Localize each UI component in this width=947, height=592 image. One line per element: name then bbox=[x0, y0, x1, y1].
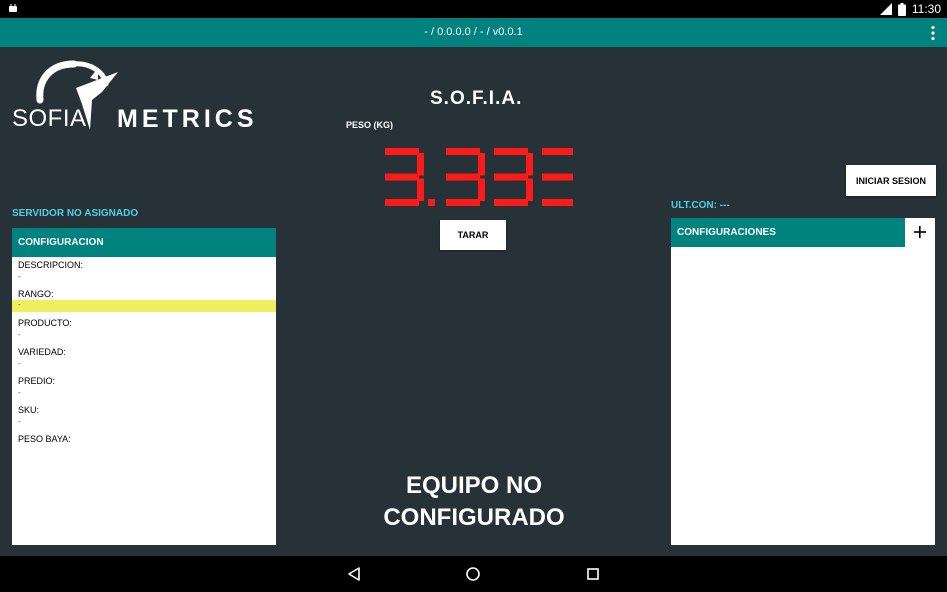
overflow-menu-icon[interactable] bbox=[929, 25, 937, 41]
segment-c bbox=[478, 178, 485, 201]
weight-digit-1 bbox=[446, 148, 485, 206]
segment-b bbox=[478, 153, 485, 176]
sofia-metrics-logo: SOFIA METRICS bbox=[10, 55, 285, 140]
config-item-producto: PRODUCTO: - bbox=[12, 315, 276, 344]
config-item-label: SKU: bbox=[18, 405, 40, 415]
config-item-predio: PREDIO: - bbox=[12, 373, 276, 402]
segment-d bbox=[446, 199, 480, 206]
config-item-value: - bbox=[12, 300, 276, 312]
logo-text-metrics: METRICS bbox=[117, 105, 258, 133]
config-item-descripcion: DESCRIPCION: - bbox=[12, 257, 276, 286]
config-item-label: PREDIO: bbox=[18, 376, 56, 386]
segment-c bbox=[526, 178, 533, 201]
weight-digit-3 bbox=[542, 148, 573, 206]
configurations-panel-header: CONFIGURACIONES bbox=[671, 218, 905, 247]
segment-c bbox=[417, 178, 424, 201]
segment-g bbox=[446, 173, 480, 181]
server-status: SERVIDOR NO ASIGNADO bbox=[12, 208, 139, 219]
segment-d bbox=[542, 199, 573, 206]
config-item-value: - bbox=[18, 330, 21, 339]
add-configuration-button[interactable] bbox=[905, 218, 935, 247]
segment-a bbox=[385, 148, 419, 155]
config-panel-header: CONFIGURACION bbox=[12, 228, 276, 257]
segment-g bbox=[385, 173, 419, 181]
segment-b bbox=[417, 153, 424, 176]
plus-icon bbox=[914, 226, 926, 238]
app-title: S.O.F.I.A. bbox=[430, 88, 523, 109]
login-button[interactable]: INICIAR SESION bbox=[846, 165, 936, 196]
config-item-value: - bbox=[18, 388, 21, 397]
last-connection: ULT.CON: --- bbox=[671, 200, 730, 211]
action-bar: - / 0.0.0.0 / - / v0.0.1 bbox=[0, 18, 947, 47]
segment-g bbox=[542, 173, 573, 181]
configurations-panel: CONFIGURACIONES bbox=[671, 218, 935, 545]
config-item-value: - bbox=[18, 272, 21, 281]
config-panel: CONFIGURACION DESCRIPCION: - RANGO: - PR… bbox=[12, 228, 276, 545]
weight-digit-2 bbox=[494, 148, 533, 206]
recents-icon[interactable] bbox=[585, 566, 601, 582]
config-item-label: PRODUCTO: bbox=[18, 318, 72, 328]
segment-a bbox=[494, 148, 528, 155]
signal-icon bbox=[879, 3, 892, 15]
weight-label: PESO (KG) bbox=[346, 120, 394, 130]
segment-d bbox=[385, 199, 419, 206]
config-item-value: - bbox=[18, 359, 21, 368]
config-item-sku: SKU: - bbox=[12, 402, 276, 431]
config-item-rango: RANGO: - bbox=[12, 286, 276, 315]
segment-a bbox=[542, 148, 573, 155]
config-item-label: VARIEDAD: bbox=[18, 347, 66, 357]
tare-button[interactable]: TARAR bbox=[440, 220, 506, 250]
config-item-label: PESO BAYA: bbox=[18, 434, 71, 444]
status-message-line1: EQUIPO NO bbox=[405, 472, 543, 499]
segment-b bbox=[526, 153, 533, 176]
config-item-label: RANGO: bbox=[18, 289, 54, 299]
navigation-bar bbox=[0, 556, 947, 592]
weight-decimal-point bbox=[428, 199, 435, 206]
weight-digit-0 bbox=[385, 148, 424, 206]
battery-icon bbox=[897, 2, 906, 16]
home-icon[interactable] bbox=[465, 566, 481, 582]
status-message-line2: CONFIGURADO bbox=[383, 504, 565, 531]
config-item-label: DESCRIPCION: bbox=[18, 260, 84, 270]
segment-a bbox=[446, 148, 480, 155]
config-item-peso-baya: PESO BAYA: bbox=[12, 431, 276, 460]
logo-text-sofia: SOFIA bbox=[12, 105, 87, 132]
status-bar: 11:30 bbox=[0, 0, 947, 18]
segment-d bbox=[494, 199, 528, 206]
config-item-variedad: VARIEDAD: - bbox=[12, 344, 276, 373]
back-icon[interactable] bbox=[346, 566, 362, 582]
status-time: 11:30 bbox=[911, 2, 941, 16]
android-notification-icon bbox=[9, 4, 17, 12]
config-item-value: - bbox=[18, 417, 21, 426]
action-bar-title: - / 0.0.0.0 / - / v0.0.1 bbox=[424, 26, 523, 38]
weight-display bbox=[385, 148, 573, 206]
status-message: EQUIPO NO CONFIGURADO bbox=[360, 470, 588, 534]
segment-g bbox=[494, 173, 528, 181]
